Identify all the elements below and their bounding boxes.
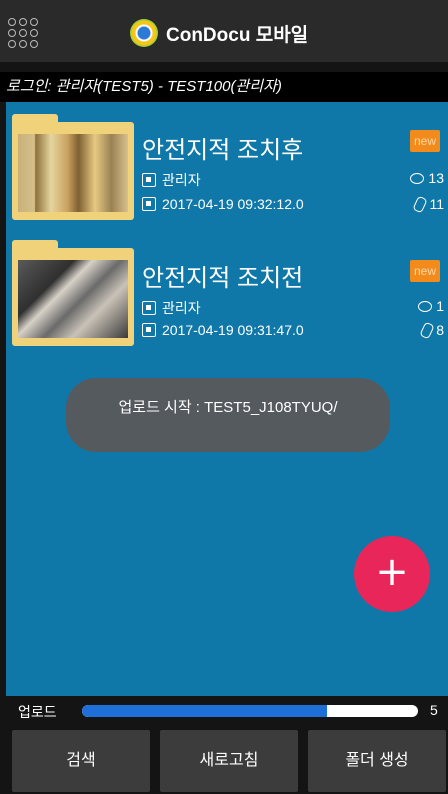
folder-thumbnail <box>12 114 134 220</box>
user-icon <box>142 301 156 315</box>
datetime-text: 2017-04-19 09:32:12.0 <box>162 196 304 212</box>
grid-menu-icon[interactable] <box>8 18 38 48</box>
comment-count: 13 <box>410 170 444 186</box>
bottom-toolbar: 검색 새로고침 폴더 생성 <box>0 726 448 794</box>
upload-progress-row: 업로드 5 <box>0 696 448 726</box>
upload-label: 업로드 <box>18 704 57 720</box>
list-item[interactable]: 안전지적 조치후 관리자 2017-04-19 09:32:12.0 new 1… <box>6 108 448 220</box>
photo-thumbnail <box>18 134 128 212</box>
paperclip-icon <box>419 321 435 339</box>
datetime-text: 2017-04-19 09:31:47.0 <box>162 322 304 338</box>
paperclip-icon <box>412 195 429 213</box>
upload-toast: 업로드 시작 : TEST5_J108TYUQ/ <box>66 378 390 452</box>
user-icon <box>142 173 156 187</box>
create-folder-button[interactable]: 폴더 생성 <box>308 730 446 792</box>
item-datetime: 2017-04-19 09:32:12.0 <box>142 196 304 212</box>
search-button[interactable]: 검색 <box>12 730 150 792</box>
calendar-icon <box>142 197 156 211</box>
item-title: 안전지적 조치전 <box>142 265 304 292</box>
login-info: 로그인: 관리자(TEST5) - TEST100(관리자) <box>0 72 448 102</box>
new-badge: new <box>410 260 440 282</box>
app-title: ConDocu 모바일 <box>166 24 309 46</box>
new-badge: new <box>410 130 440 152</box>
item-title: 안전지적 조치후 <box>142 137 304 164</box>
calendar-icon <box>142 323 156 337</box>
attachment-count: 8 <box>419 321 444 339</box>
upload-progress-fill <box>82 705 328 717</box>
comment-icon <box>418 300 433 312</box>
attachment-count: 11 <box>412 195 444 213</box>
add-fab-button[interactable]: + <box>354 536 430 612</box>
author-name: 관리자 <box>162 172 201 188</box>
upload-progress-bar <box>82 705 418 717</box>
refresh-button[interactable]: 새로고침 <box>160 730 298 792</box>
item-author: 관리자 <box>142 298 201 318</box>
folder-thumbnail <box>12 240 134 346</box>
upload-count: 5 <box>430 702 438 718</box>
app-header: ConDocu 모바일 <box>0 0 448 62</box>
photo-thumbnail <box>18 260 128 338</box>
item-author: 관리자 <box>142 170 201 190</box>
list-item[interactable]: 안전지적 조치전 관리자 2017-04-19 09:31:47.0 new 1… <box>6 224 448 346</box>
comment-count: 1 <box>418 298 444 314</box>
author-name: 관리자 <box>162 300 201 316</box>
condocu-logo-icon <box>130 19 158 47</box>
item-datetime: 2017-04-19 09:31:47.0 <box>142 322 304 338</box>
brand: ConDocu 모바일 <box>130 18 308 48</box>
comment-icon <box>410 172 425 184</box>
